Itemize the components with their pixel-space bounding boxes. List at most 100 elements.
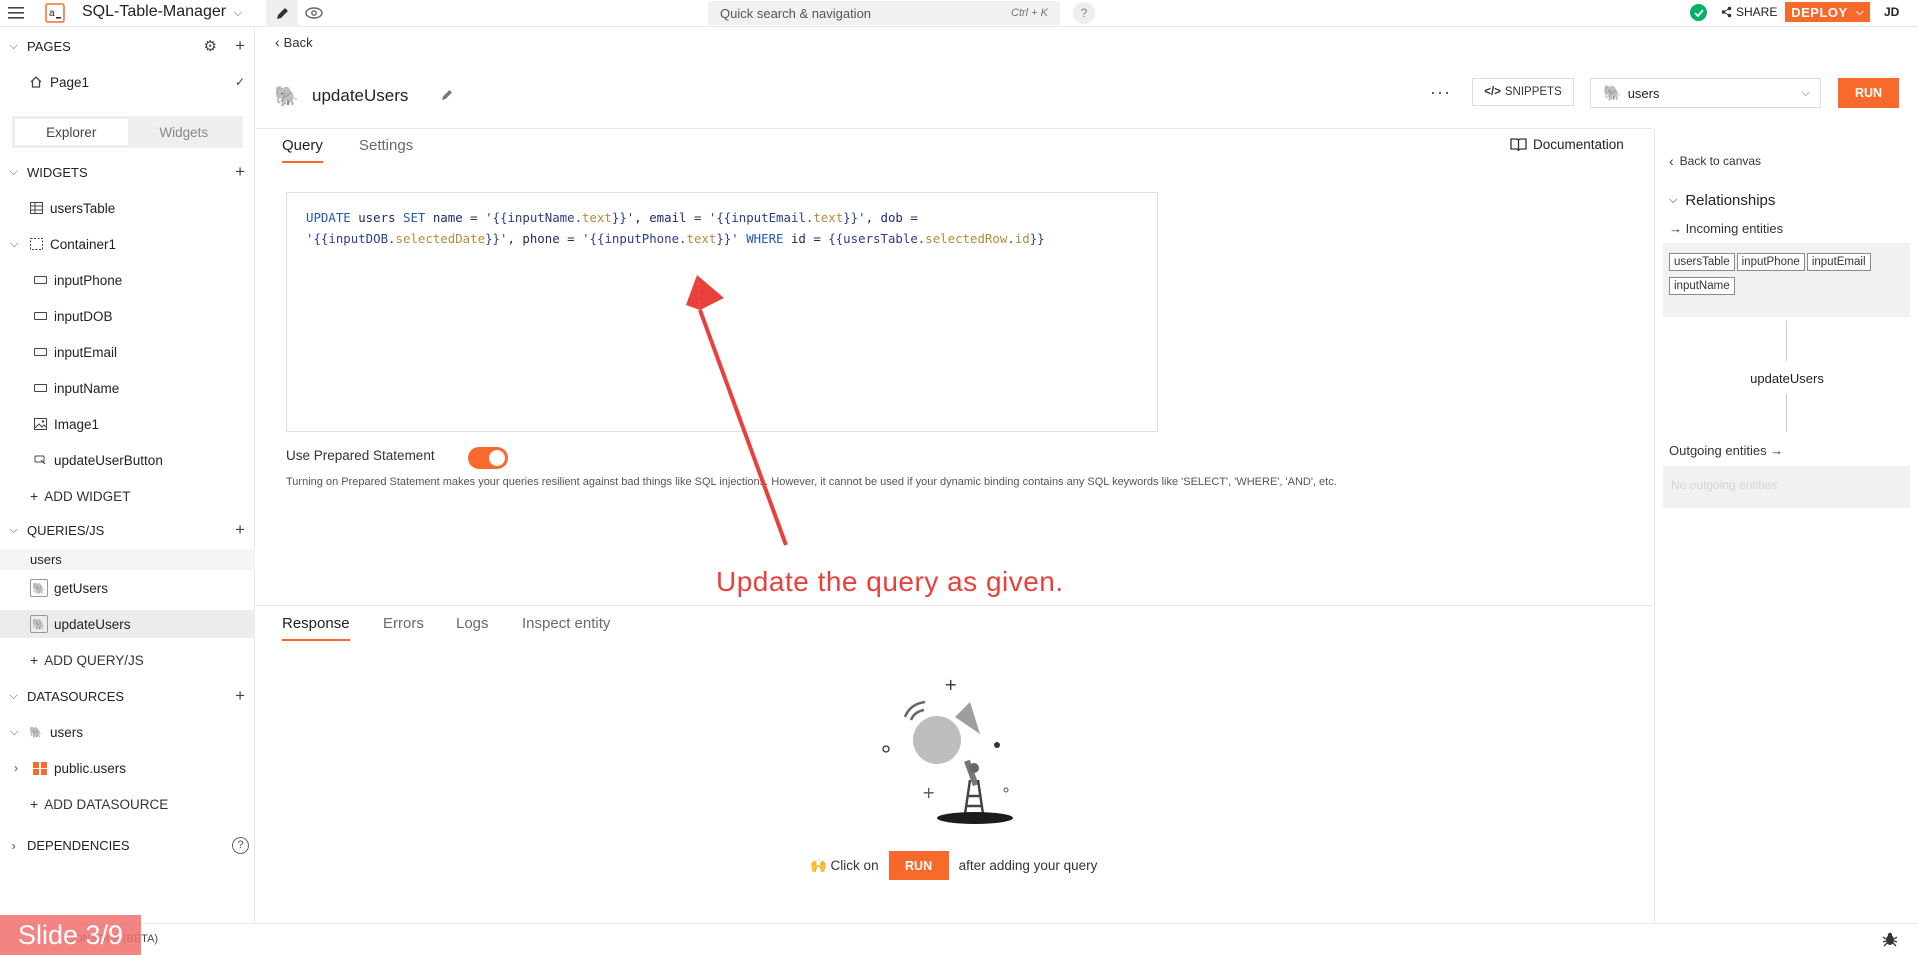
datasource-table-public-users[interactable]: › public.users xyxy=(0,754,255,782)
avatar[interactable]: JD xyxy=(1884,5,1899,19)
add-query-label: ADD QUERY/JS xyxy=(44,652,144,668)
widget-label: Container1 xyxy=(50,236,117,252)
incoming-entity-chip[interactable]: usersTable xyxy=(1669,253,1735,271)
postgres-icon: 🐘 xyxy=(1603,85,1622,102)
run-button[interactable]: RUN xyxy=(1838,78,1899,108)
hamburger-menu-icon[interactable] xyxy=(6,2,26,24)
tab-logs[interactable]: Logs xyxy=(456,615,489,632)
check-icon: ✓ xyxy=(234,75,245,89)
tab-settings[interactable]: Settings xyxy=(359,137,413,154)
add-widget-button[interactable]: + ADD WIDGET xyxy=(0,482,255,510)
query-item-getusers[interactable]: 🐘 getUsers xyxy=(0,574,255,602)
code-token: . xyxy=(1007,231,1015,246)
widget-item-inputname[interactable]: inputName xyxy=(0,374,255,402)
widget-item-inputemail[interactable]: inputEmail xyxy=(0,338,255,366)
queries-section-header[interactable]: ⌵ QUERIES/JS + xyxy=(0,517,255,543)
button-icon xyxy=(32,453,48,467)
datasource-select[interactable]: 🐘 users ⌵ xyxy=(1590,78,1821,108)
widgets-section-header[interactable]: ⌵ WIDGETS + xyxy=(0,159,255,185)
edit-name-icon[interactable] xyxy=(440,88,454,107)
help-circle-icon[interactable]: ? xyxy=(232,836,249,854)
incoming-entity-chip[interactable]: inputPhone xyxy=(1736,253,1805,271)
dependencies-section-header[interactable]: › DEPENDENCIES ? xyxy=(0,832,255,858)
incoming-entities-label: → Incoming entities xyxy=(1669,221,1784,236)
run-hint: 🙌 Click on RUN after adding your query xyxy=(810,851,1097,880)
tab-response[interactable]: Response xyxy=(282,615,350,641)
datasources-section-header[interactable]: ⌵ DATASOURCES + xyxy=(0,683,255,709)
help-button[interactable]: ? xyxy=(1073,2,1095,24)
widget-label: usersTable xyxy=(50,200,116,216)
add-query-icon[interactable]: + xyxy=(235,520,245,540)
add-query-button[interactable]: + ADD QUERY/JS xyxy=(0,646,255,674)
code-token: '{{inputEmail. xyxy=(708,210,814,225)
back-link[interactable]: ‹ Back xyxy=(275,34,313,50)
add-datasource-icon[interactable]: + xyxy=(235,686,245,706)
incoming-entities-list: usersTable inputPhone inputEmail inputName xyxy=(1663,243,1910,317)
pages-section-header[interactable]: ⌵ PAGES ⚙ + xyxy=(0,33,255,59)
add-datasource-label: ADD DATASOURCE xyxy=(44,796,169,812)
view-mode-eye-icon[interactable] xyxy=(303,2,325,24)
datasource-label: users xyxy=(50,724,84,740)
chevron-down-icon[interactable]: ⌵ xyxy=(230,2,246,24)
search-placeholder: Quick search & navigation xyxy=(720,5,872,21)
tab-errors[interactable]: Errors xyxy=(383,615,424,632)
widget-item-container1[interactable]: ⌵ Container1 xyxy=(0,230,255,258)
outgoing-entities-label: Outgoing entities → xyxy=(1669,443,1784,458)
widget-label: Image1 xyxy=(54,416,100,432)
incoming-entity-chip[interactable]: inputEmail xyxy=(1806,253,1871,271)
edit-mode-icon[interactable] xyxy=(266,0,298,27)
code-token: UPDATE xyxy=(306,210,351,225)
tab-widgets[interactable]: Widgets xyxy=(128,119,241,145)
widget-label: inputEmail xyxy=(54,344,118,360)
snippets-button[interactable]: </> SNIPPETS xyxy=(1472,78,1574,106)
search-input[interactable]: Quick search & navigation Ctrl + K xyxy=(708,1,1060,25)
more-options-icon[interactable]: ··· xyxy=(1430,82,1451,103)
widget-item-inputphone[interactable]: inputPhone xyxy=(0,266,255,294)
svg-text:a: a xyxy=(49,8,55,19)
table-grid-icon xyxy=(32,761,48,775)
widget-item-image1[interactable]: Image1 xyxy=(0,410,255,438)
incoming-entity-chip[interactable]: inputName xyxy=(1669,277,1735,295)
add-widget-icon[interactable]: + xyxy=(235,162,245,182)
code-token: id = xyxy=(783,231,829,246)
share-button[interactable]: SHARE xyxy=(1721,5,1777,19)
book-icon xyxy=(1510,137,1527,151)
datasources-header-label: DATASOURCES xyxy=(27,688,125,704)
documentation-link[interactable]: Documentation xyxy=(1510,137,1624,152)
datasource-item-users[interactable]: ⌵ 🐘 users xyxy=(0,718,255,746)
gear-icon[interactable]: ⚙ xyxy=(204,37,217,55)
add-page-icon[interactable]: + xyxy=(235,36,245,56)
empty-response-illustration: + + xyxy=(882,675,1013,824)
back-to-canvas-link[interactable]: ‹ Back to canvas xyxy=(1669,153,1761,169)
code-token: }}' xyxy=(611,210,635,225)
widget-item-userstable[interactable]: usersTable xyxy=(0,194,255,222)
query-group-users[interactable]: users xyxy=(0,549,255,570)
deploy-button[interactable]: DEPLOY ⌵ xyxy=(1785,2,1870,22)
app-name[interactable]: SQL-Table-Manager xyxy=(82,3,226,21)
inline-run-button[interactable]: RUN xyxy=(888,851,949,880)
input-icon xyxy=(32,345,48,359)
top-bar: a SQL-Table-Manager ⌵ Quick search & nav… xyxy=(0,0,1918,27)
tab-inspect-entity[interactable]: Inspect entity xyxy=(522,615,610,632)
add-datasource-button[interactable]: + ADD DATASOURCE xyxy=(0,790,255,818)
table-icon xyxy=(28,201,44,215)
code-token: }}' xyxy=(843,210,866,225)
query-name[interactable]: updateUsers xyxy=(312,86,408,106)
tab-explorer[interactable]: Explorer xyxy=(15,119,128,145)
chevron-down-icon: ⌵ xyxy=(9,39,18,52)
prepared-statement-toggle[interactable] xyxy=(468,447,508,469)
widget-item-inputdob[interactable]: inputDOB xyxy=(0,302,255,330)
code-token: '{{inputPhone. xyxy=(582,231,687,246)
relationships-header[interactable]: ⌵ Relationships xyxy=(1669,192,1775,209)
svg-text:+: + xyxy=(922,783,935,802)
widget-item-updateuserbutton[interactable]: updateUserButton xyxy=(0,446,255,474)
bug-icon[interactable] xyxy=(1882,931,1898,952)
page-item-page1[interactable]: Page1 ✓ xyxy=(0,68,255,96)
dependencies-header-label: DEPENDENCIES xyxy=(27,837,130,853)
chevron-down-icon: ⌵ xyxy=(10,725,19,738)
tab-query[interactable]: Query xyxy=(282,137,323,163)
query-item-updateusers[interactable]: 🐘 updateUsers xyxy=(0,610,255,638)
code-token: , phone = xyxy=(507,231,583,246)
code-token: }} xyxy=(1029,231,1045,246)
code-token: text xyxy=(686,231,717,246)
